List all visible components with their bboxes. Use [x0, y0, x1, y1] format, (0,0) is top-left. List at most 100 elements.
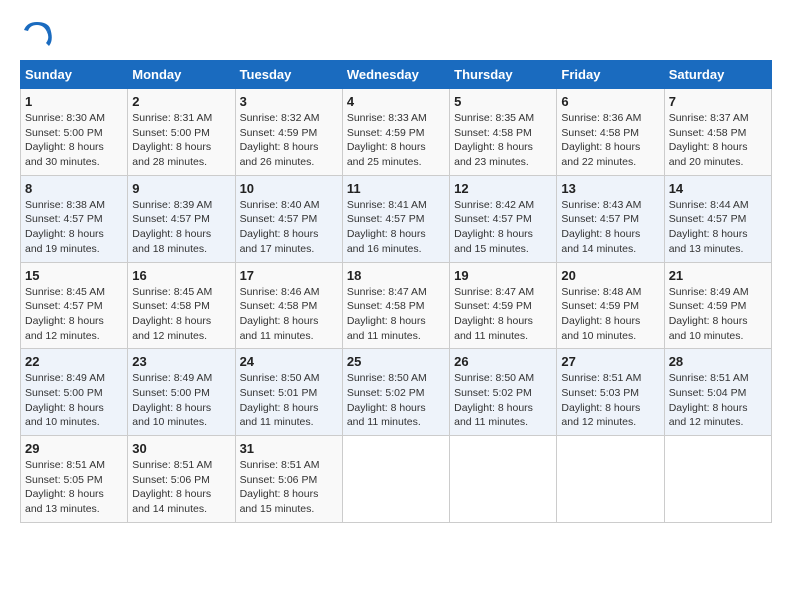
day-number: 4	[347, 94, 445, 109]
day-info: Sunrise: 8:43 AM Sunset: 4:57 PM Dayligh…	[561, 198, 659, 257]
day-number: 26	[454, 354, 552, 369]
day-number: 2	[132, 94, 230, 109]
day-info: Sunrise: 8:40 AM Sunset: 4:57 PM Dayligh…	[240, 198, 338, 257]
calendar-cell	[450, 436, 557, 523]
day-info: Sunrise: 8:49 AM Sunset: 4:59 PM Dayligh…	[669, 285, 767, 344]
calendar-cell	[557, 436, 664, 523]
day-number: 13	[561, 181, 659, 196]
day-of-week-header: Saturday	[664, 61, 771, 89]
day-info: Sunrise: 8:45 AM Sunset: 4:57 PM Dayligh…	[25, 285, 123, 344]
day-info: Sunrise: 8:50 AM Sunset: 5:02 PM Dayligh…	[454, 371, 552, 430]
day-number: 18	[347, 268, 445, 283]
day-info: Sunrise: 8:51 AM Sunset: 5:03 PM Dayligh…	[561, 371, 659, 430]
day-info: Sunrise: 8:37 AM Sunset: 4:58 PM Dayligh…	[669, 111, 767, 170]
day-info: Sunrise: 8:51 AM Sunset: 5:06 PM Dayligh…	[132, 458, 230, 517]
calendar-cell: 25 Sunrise: 8:50 AM Sunset: 5:02 PM Dayl…	[342, 349, 449, 436]
calendar-week-row: 15 Sunrise: 8:45 AM Sunset: 4:57 PM Dayl…	[21, 262, 772, 349]
day-info: Sunrise: 8:36 AM Sunset: 4:58 PM Dayligh…	[561, 111, 659, 170]
day-number: 1	[25, 94, 123, 109]
calendar-cell: 27 Sunrise: 8:51 AM Sunset: 5:03 PM Dayl…	[557, 349, 664, 436]
calendar-cell: 4 Sunrise: 8:33 AM Sunset: 4:59 PM Dayli…	[342, 89, 449, 176]
calendar-cell: 14 Sunrise: 8:44 AM Sunset: 4:57 PM Dayl…	[664, 175, 771, 262]
day-number: 17	[240, 268, 338, 283]
calendar-cell	[664, 436, 771, 523]
day-number: 9	[132, 181, 230, 196]
day-info: Sunrise: 8:47 AM Sunset: 4:58 PM Dayligh…	[347, 285, 445, 344]
day-info: Sunrise: 8:31 AM Sunset: 5:00 PM Dayligh…	[132, 111, 230, 170]
calendar-cell: 8 Sunrise: 8:38 AM Sunset: 4:57 PM Dayli…	[21, 175, 128, 262]
day-number: 14	[669, 181, 767, 196]
day-info: Sunrise: 8:38 AM Sunset: 4:57 PM Dayligh…	[25, 198, 123, 257]
day-info: Sunrise: 8:51 AM Sunset: 5:06 PM Dayligh…	[240, 458, 338, 517]
calendar-week-row: 1 Sunrise: 8:30 AM Sunset: 5:00 PM Dayli…	[21, 89, 772, 176]
calendar-cell: 21 Sunrise: 8:49 AM Sunset: 4:59 PM Dayl…	[664, 262, 771, 349]
day-number: 11	[347, 181, 445, 196]
day-number: 7	[669, 94, 767, 109]
day-info: Sunrise: 8:50 AM Sunset: 5:01 PM Dayligh…	[240, 371, 338, 430]
day-number: 8	[25, 181, 123, 196]
calendar-header-row: SundayMondayTuesdayWednesdayThursdayFrid…	[21, 61, 772, 89]
day-info: Sunrise: 8:33 AM Sunset: 4:59 PM Dayligh…	[347, 111, 445, 170]
day-info: Sunrise: 8:30 AM Sunset: 5:00 PM Dayligh…	[25, 111, 123, 170]
calendar-cell: 13 Sunrise: 8:43 AM Sunset: 4:57 PM Dayl…	[557, 175, 664, 262]
day-number: 24	[240, 354, 338, 369]
calendar-cell: 19 Sunrise: 8:47 AM Sunset: 4:59 PM Dayl…	[450, 262, 557, 349]
calendar-cell: 12 Sunrise: 8:42 AM Sunset: 4:57 PM Dayl…	[450, 175, 557, 262]
day-number: 19	[454, 268, 552, 283]
calendar-cell: 10 Sunrise: 8:40 AM Sunset: 4:57 PM Dayl…	[235, 175, 342, 262]
calendar-cell: 28 Sunrise: 8:51 AM Sunset: 5:04 PM Dayl…	[664, 349, 771, 436]
day-info: Sunrise: 8:48 AM Sunset: 4:59 PM Dayligh…	[561, 285, 659, 344]
calendar-cell: 11 Sunrise: 8:41 AM Sunset: 4:57 PM Dayl…	[342, 175, 449, 262]
calendar-cell: 16 Sunrise: 8:45 AM Sunset: 4:58 PM Dayl…	[128, 262, 235, 349]
day-info: Sunrise: 8:51 AM Sunset: 5:05 PM Dayligh…	[25, 458, 123, 517]
day-of-week-header: Tuesday	[235, 61, 342, 89]
logo	[20, 20, 52, 50]
day-info: Sunrise: 8:41 AM Sunset: 4:57 PM Dayligh…	[347, 198, 445, 257]
day-number: 23	[132, 354, 230, 369]
day-number: 20	[561, 268, 659, 283]
calendar-cell: 15 Sunrise: 8:45 AM Sunset: 4:57 PM Dayl…	[21, 262, 128, 349]
day-number: 29	[25, 441, 123, 456]
calendar-cell: 31 Sunrise: 8:51 AM Sunset: 5:06 PM Dayl…	[235, 436, 342, 523]
day-number: 6	[561, 94, 659, 109]
calendar-cell: 3 Sunrise: 8:32 AM Sunset: 4:59 PM Dayli…	[235, 89, 342, 176]
calendar-cell: 24 Sunrise: 8:50 AM Sunset: 5:01 PM Dayl…	[235, 349, 342, 436]
day-number: 28	[669, 354, 767, 369]
day-info: Sunrise: 8:50 AM Sunset: 5:02 PM Dayligh…	[347, 371, 445, 430]
calendar-cell: 1 Sunrise: 8:30 AM Sunset: 5:00 PM Dayli…	[21, 89, 128, 176]
day-number: 22	[25, 354, 123, 369]
day-of-week-header: Thursday	[450, 61, 557, 89]
calendar-cell: 29 Sunrise: 8:51 AM Sunset: 5:05 PM Dayl…	[21, 436, 128, 523]
day-of-week-header: Wednesday	[342, 61, 449, 89]
day-number: 3	[240, 94, 338, 109]
day-info: Sunrise: 8:47 AM Sunset: 4:59 PM Dayligh…	[454, 285, 552, 344]
day-of-week-header: Monday	[128, 61, 235, 89]
day-number: 30	[132, 441, 230, 456]
day-number: 12	[454, 181, 552, 196]
calendar-cell: 22 Sunrise: 8:49 AM Sunset: 5:00 PM Dayl…	[21, 349, 128, 436]
calendar-cell: 30 Sunrise: 8:51 AM Sunset: 5:06 PM Dayl…	[128, 436, 235, 523]
calendar-cell: 20 Sunrise: 8:48 AM Sunset: 4:59 PM Dayl…	[557, 262, 664, 349]
logo-icon	[22, 20, 52, 50]
calendar-cell: 7 Sunrise: 8:37 AM Sunset: 4:58 PM Dayli…	[664, 89, 771, 176]
day-number: 15	[25, 268, 123, 283]
day-info: Sunrise: 8:51 AM Sunset: 5:04 PM Dayligh…	[669, 371, 767, 430]
day-info: Sunrise: 8:32 AM Sunset: 4:59 PM Dayligh…	[240, 111, 338, 170]
day-number: 21	[669, 268, 767, 283]
day-number: 5	[454, 94, 552, 109]
calendar-week-row: 22 Sunrise: 8:49 AM Sunset: 5:00 PM Dayl…	[21, 349, 772, 436]
day-info: Sunrise: 8:49 AM Sunset: 5:00 PM Dayligh…	[25, 371, 123, 430]
day-number: 31	[240, 441, 338, 456]
calendar-cell: 17 Sunrise: 8:46 AM Sunset: 4:58 PM Dayl…	[235, 262, 342, 349]
calendar-cell: 18 Sunrise: 8:47 AM Sunset: 4:58 PM Dayl…	[342, 262, 449, 349]
day-info: Sunrise: 8:46 AM Sunset: 4:58 PM Dayligh…	[240, 285, 338, 344]
day-number: 10	[240, 181, 338, 196]
day-info: Sunrise: 8:45 AM Sunset: 4:58 PM Dayligh…	[132, 285, 230, 344]
calendar-cell: 26 Sunrise: 8:50 AM Sunset: 5:02 PM Dayl…	[450, 349, 557, 436]
day-info: Sunrise: 8:49 AM Sunset: 5:00 PM Dayligh…	[132, 371, 230, 430]
calendar-cell: 9 Sunrise: 8:39 AM Sunset: 4:57 PM Dayli…	[128, 175, 235, 262]
calendar-table: SundayMondayTuesdayWednesdayThursdayFrid…	[20, 60, 772, 523]
calendar-cell: 6 Sunrise: 8:36 AM Sunset: 4:58 PM Dayli…	[557, 89, 664, 176]
calendar-cell: 5 Sunrise: 8:35 AM Sunset: 4:58 PM Dayli…	[450, 89, 557, 176]
calendar-week-row: 29 Sunrise: 8:51 AM Sunset: 5:05 PM Dayl…	[21, 436, 772, 523]
